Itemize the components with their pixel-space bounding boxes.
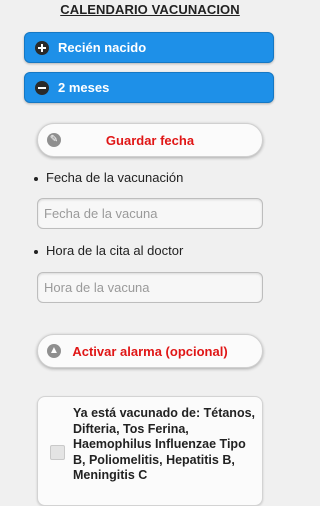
- pencil-icon: ✎: [47, 133, 61, 147]
- activate-alarm-button[interactable]: ▲ Activar alarma (opcional): [37, 334, 263, 368]
- section-recien-nacido[interactable]: Recién nacido: [24, 32, 274, 63]
- date-input[interactable]: [37, 198, 263, 229]
- date-label: Fecha de la vacunación: [34, 170, 183, 185]
- vaccinated-checkbox-label: Ya está vacunado de: Tétanos, Difteria, …: [73, 406, 256, 482]
- plus-icon: [35, 40, 49, 55]
- bullet-icon: [34, 176, 38, 181]
- time-input[interactable]: [37, 272, 263, 303]
- time-label: Hora de la cita al doctor: [34, 243, 183, 258]
- vaccinated-checkbox[interactable]: [50, 445, 65, 460]
- vaccinated-checkbox-card[interactable]: Ya está vacunado de: Tétanos, Difteria, …: [37, 396, 263, 506]
- save-date-button[interactable]: ✎ Guardar fecha: [37, 123, 263, 157]
- save-date-label: Guardar fecha: [105, 132, 195, 148]
- alert-icon: ▲: [47, 344, 61, 358]
- activate-alarm-label: Activar alarma (opcional): [72, 343, 228, 359]
- minus-icon: [35, 80, 49, 95]
- section-label: 2 meses: [58, 80, 110, 95]
- page-title: CALENDARIO VACUNACION: [60, 2, 240, 17]
- bullet-icon: [34, 249, 38, 254]
- section-2-meses[interactable]: 2 meses: [24, 72, 274, 103]
- section-label: Recién nacido: [58, 40, 147, 55]
